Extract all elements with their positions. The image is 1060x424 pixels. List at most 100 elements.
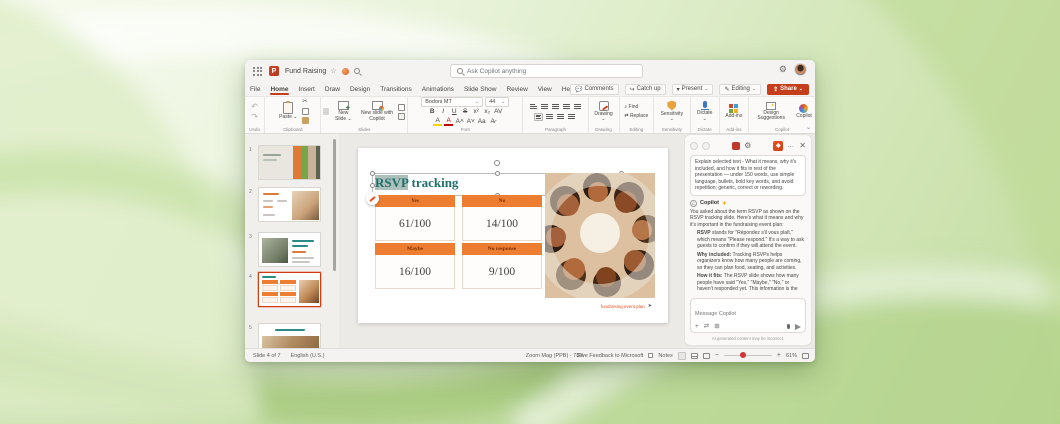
rsvp-card-no[interactable]: No 14/100 xyxy=(462,195,542,241)
grid-view-icon[interactable] xyxy=(690,352,698,359)
highlight-color-button[interactable]: A xyxy=(433,117,443,126)
favorite-star-icon[interactable]: ☆ xyxy=(330,67,336,75)
present-button[interactable]: ▾ Present ⌄ xyxy=(671,83,714,95)
tab-file[interactable]: File xyxy=(245,82,265,96)
find-button[interactable]: ⌕ Find xyxy=(624,104,638,110)
tab-draw[interactable]: Draw xyxy=(320,82,345,96)
clear-formatting-button[interactable]: A̷ xyxy=(488,118,497,125)
justify-button[interactable] xyxy=(567,113,576,121)
voice-mic-icon[interactable] xyxy=(787,324,790,330)
drawing-button[interactable]: Drawing ⌄ xyxy=(591,100,617,123)
search-lens-icon[interactable] xyxy=(353,68,360,74)
numbering-button[interactable] xyxy=(540,103,549,111)
slideshow-view-icon[interactable] xyxy=(702,352,710,359)
grow-font-button[interactable]: A˄ xyxy=(455,118,464,125)
delete-slide-icon[interactable] xyxy=(323,108,329,115)
paste-button[interactable]: Paste ⌄ xyxy=(277,101,299,121)
slide-thumbnail-3[interactable] xyxy=(258,232,321,267)
copy-icon[interactable] xyxy=(301,107,309,115)
copilot-conversation[interactable]: Explain selected text - What it means, w… xyxy=(690,155,806,296)
tab-view[interactable]: View xyxy=(533,82,557,96)
context-pen-button[interactable] xyxy=(366,192,379,205)
history-icon[interactable] xyxy=(702,141,710,150)
tab-review[interactable]: Review xyxy=(501,82,532,96)
font-size-select[interactable]: 44 ⌄ xyxy=(485,97,510,108)
rsvp-card-no-response[interactable]: No response 9/100 xyxy=(462,243,542,289)
editing-mode-button[interactable]: ✎ Editing ⌄ xyxy=(719,83,762,95)
zoom-out-icon[interactable]: − xyxy=(715,352,719,359)
align-right-button[interactable] xyxy=(556,113,565,121)
align-center-button[interactable] xyxy=(545,113,554,121)
tab-slide-show[interactable]: Slide Show xyxy=(459,82,502,96)
catch-up-button[interactable]: ↪ Catch up xyxy=(624,83,666,95)
italic-button[interactable]: I xyxy=(439,108,448,115)
layout-icon[interactable] xyxy=(398,103,406,111)
feedback-link[interactable]: Give Feedback to Microsoft xyxy=(576,353,643,359)
copilot-button[interactable]: Copilot xyxy=(794,103,814,120)
search-input[interactable] xyxy=(467,67,617,75)
zoom-percent[interactable]: 61% xyxy=(786,353,797,359)
pane-settings-icon[interactable]: ⚙ xyxy=(744,141,751,150)
settings-gear-icon[interactable]: ⚙ xyxy=(779,65,787,74)
slide-photo-children-circle[interactable] xyxy=(545,173,655,298)
selection-handle[interactable] xyxy=(495,171,500,176)
align-left-button[interactable] xyxy=(534,112,544,121)
slide-indicator[interactable]: Slide 4 of 7 xyxy=(253,353,281,359)
copilot-message-input[interactable] xyxy=(695,310,801,317)
rotate-handle[interactable] xyxy=(494,160,500,166)
change-case-button[interactable]: Aa xyxy=(477,118,486,125)
document-title[interactable]: Fund Raising xyxy=(285,68,326,75)
superscript-button[interactable]: x² xyxy=(472,108,481,115)
share-button[interactable]: ⇪ Share ⌄ xyxy=(767,83,809,95)
bullets-button[interactable] xyxy=(529,103,538,111)
font-color-button[interactable]: A xyxy=(444,117,454,126)
zoom-slider-knob[interactable] xyxy=(739,352,746,359)
underline-button[interactable]: U xyxy=(450,108,459,115)
tab-transitions[interactable]: Transitions xyxy=(375,82,417,96)
tab-animations[interactable]: Animations xyxy=(417,82,459,96)
tab-insert[interactable]: Insert xyxy=(294,82,320,96)
bold-button[interactable]: B xyxy=(428,108,437,115)
replace-button[interactable]: ⇄ Replace xyxy=(624,113,648,119)
comments-button[interactable]: 💬 Comments xyxy=(570,83,619,95)
options-sliders-icon[interactable]: ⇄ xyxy=(704,323,709,331)
decrease-indent-button[interactable] xyxy=(551,103,560,111)
new-slide-with-copilot-button[interactable]: New slide with Copilot xyxy=(358,101,396,122)
format-painter-icon[interactable] xyxy=(301,116,309,124)
notes-checkbox[interactable] xyxy=(648,353,654,358)
undo-icon[interactable]: ↶ xyxy=(251,102,258,111)
rsvp-card-maybe[interactable]: Maybe 16/100 xyxy=(375,243,455,289)
design-suggestions-button[interactable]: Design Suggestions xyxy=(750,101,792,122)
back-icon[interactable] xyxy=(690,141,698,150)
tab-home[interactable]: Home xyxy=(265,82,293,96)
language-indicator[interactable]: English (U.S.) xyxy=(291,353,325,359)
dictate-button[interactable]: Dictate ⌄ xyxy=(693,101,717,122)
strikethrough-button[interactable]: S xyxy=(461,108,470,115)
fit-to-window-icon[interactable] xyxy=(802,352,809,359)
font-name-select[interactable]: Bodoni MT ⌄ xyxy=(421,97,484,108)
line-spacing-button[interactable] xyxy=(573,103,582,111)
notes-label[interactable]: Notes xyxy=(658,353,672,359)
pane-more-icon[interactable]: … xyxy=(787,142,795,149)
zoom-slider[interactable] xyxy=(723,352,772,359)
pane-close-icon[interactable]: ✕ xyxy=(799,141,806,150)
zoom-in-icon[interactable]: + xyxy=(777,352,781,359)
tab-design[interactable]: Design xyxy=(345,82,375,96)
user-avatar[interactable] xyxy=(794,63,807,76)
slide-footer-link[interactable]: fundraising event plan ➤ xyxy=(601,303,652,309)
increase-indent-button[interactable] xyxy=(562,103,571,111)
redo-icon[interactable]: ↷ xyxy=(251,112,258,121)
shrink-font-button[interactable]: A˅ xyxy=(466,118,475,125)
thumbnail-scrollbar[interactable] xyxy=(333,139,336,271)
slide-thumbnail-2[interactable] xyxy=(258,187,321,222)
send-icon[interactable] xyxy=(795,323,801,330)
copilot-logo-icon[interactable] xyxy=(773,140,784,151)
app-launcher-icon[interactable] xyxy=(253,66,262,76)
subscript-button[interactable]: x₂ xyxy=(483,108,492,115)
slide-thumbnail-4-selected[interactable] xyxy=(258,272,321,307)
notes-panel-icon[interactable] xyxy=(677,351,686,360)
slide-thumbnail-1[interactable] xyxy=(258,145,321,180)
sensitivity-button[interactable]: Sensitivity ⌄ xyxy=(656,100,687,123)
new-slide-button[interactable]: New Slide ⌄ xyxy=(331,101,356,122)
cut-icon[interactable]: ✂ xyxy=(302,99,307,106)
